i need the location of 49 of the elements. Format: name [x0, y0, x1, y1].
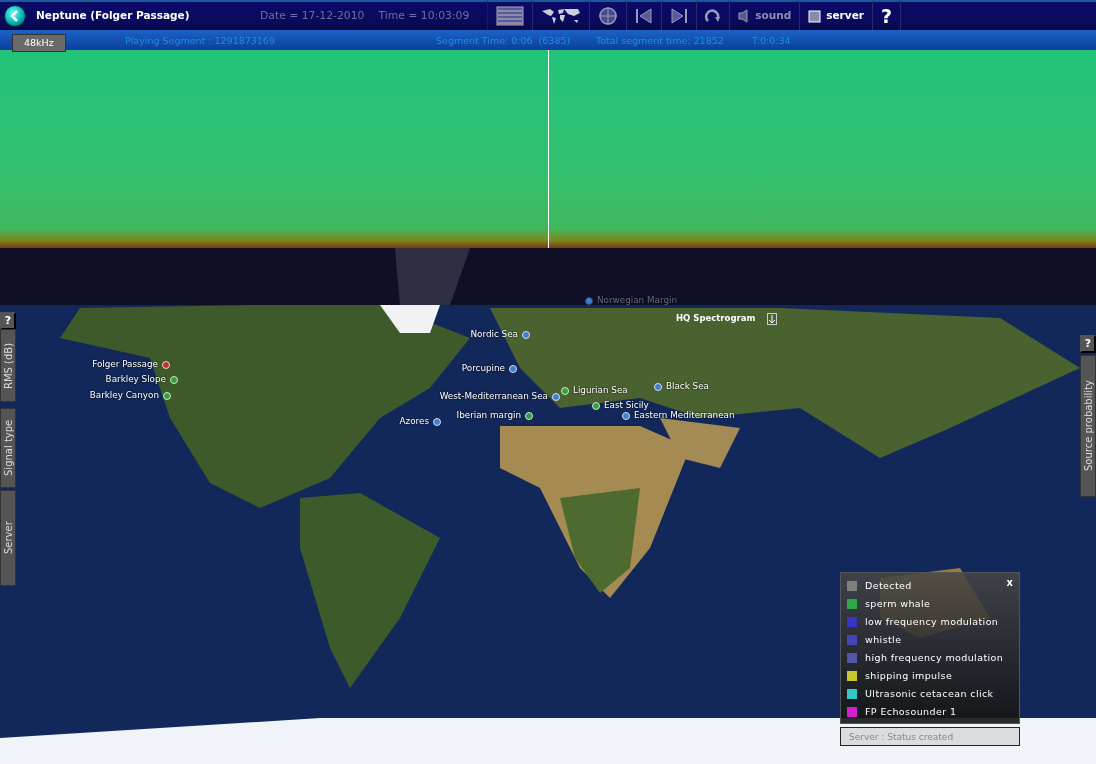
timer-label: T:0:0:34 [752, 34, 791, 48]
legend-label: low frequency modulation [865, 614, 999, 629]
legend-label: whistle [865, 632, 902, 647]
back-button[interactable] [4, 5, 26, 27]
legend-label: high frequency modulation [865, 650, 1004, 665]
station-label: East Sicily [604, 399, 649, 411]
skip-forward-icon [670, 8, 689, 24]
help-button[interactable]: ? [1080, 335, 1096, 353]
station-label: Iberian margin [456, 409, 521, 422]
world-map-icon [540, 7, 583, 25]
station-label: Barkley Canyon [89, 389, 159, 402]
legend-label: Detected [865, 578, 912, 593]
date-label: Date = 17-12-2010 [260, 7, 365, 24]
close-button[interactable]: x [1006, 575, 1013, 590]
side-tab[interactable]: Source probability [1080, 355, 1096, 497]
window-title: Neptune (Folger Passage) [36, 8, 191, 24]
station-label: Norwegian Margin [597, 294, 678, 307]
help-button[interactable]: ? [0, 312, 16, 330]
station-label: Porcupine [461, 362, 505, 375]
chevron-left-icon [10, 10, 20, 22]
legend-label: Ultrasonic cetacean click [865, 686, 994, 701]
segment-time-label: Segment Time: 0:06 (6385) [436, 34, 571, 48]
station-label: Folger Passage [92, 358, 158, 371]
station-label: Barkley Slope [105, 373, 166, 386]
square-icon [808, 9, 822, 23]
side-tab[interactable]: RMS (dB) [0, 329, 16, 402]
side-tab[interactable]: Signal type [0, 408, 16, 488]
station-label: Ligurian Sea [573, 384, 628, 397]
station-label: Black Sea [666, 380, 709, 393]
download-arrow-icon [767, 312, 778, 325]
segment-label: Playing Segment : 1291873169 [125, 34, 275, 48]
time-label: Time = 10:03:09 [378, 7, 470, 24]
station-label: Eastern Mediterranean [634, 410, 735, 422]
speaker-icon [738, 9, 751, 23]
station-label: Nordic Sea [470, 328, 518, 341]
station-label: Azores [399, 415, 429, 428]
legend-label: FP Echosounder 1 [865, 704, 957, 719]
sample-rate-label: 48kHz [12, 34, 66, 53]
refresh-icon [705, 8, 722, 24]
station-label: West-Mediterranean Sea [439, 390, 548, 403]
total-time-label: Total segment time: 21852 [596, 34, 724, 48]
legend-label: shipping impulse [865, 668, 953, 683]
list-icon [496, 6, 525, 26]
crosshair-icon [598, 6, 619, 26]
hq-spectrogram-label: HQ Spectrogram [676, 313, 756, 323]
legend-label: sperm whale [865, 596, 931, 611]
skip-back-icon [635, 8, 654, 24]
side-tab[interactable]: Server [0, 490, 16, 586]
status-field: Server : Status created [840, 727, 1020, 746]
